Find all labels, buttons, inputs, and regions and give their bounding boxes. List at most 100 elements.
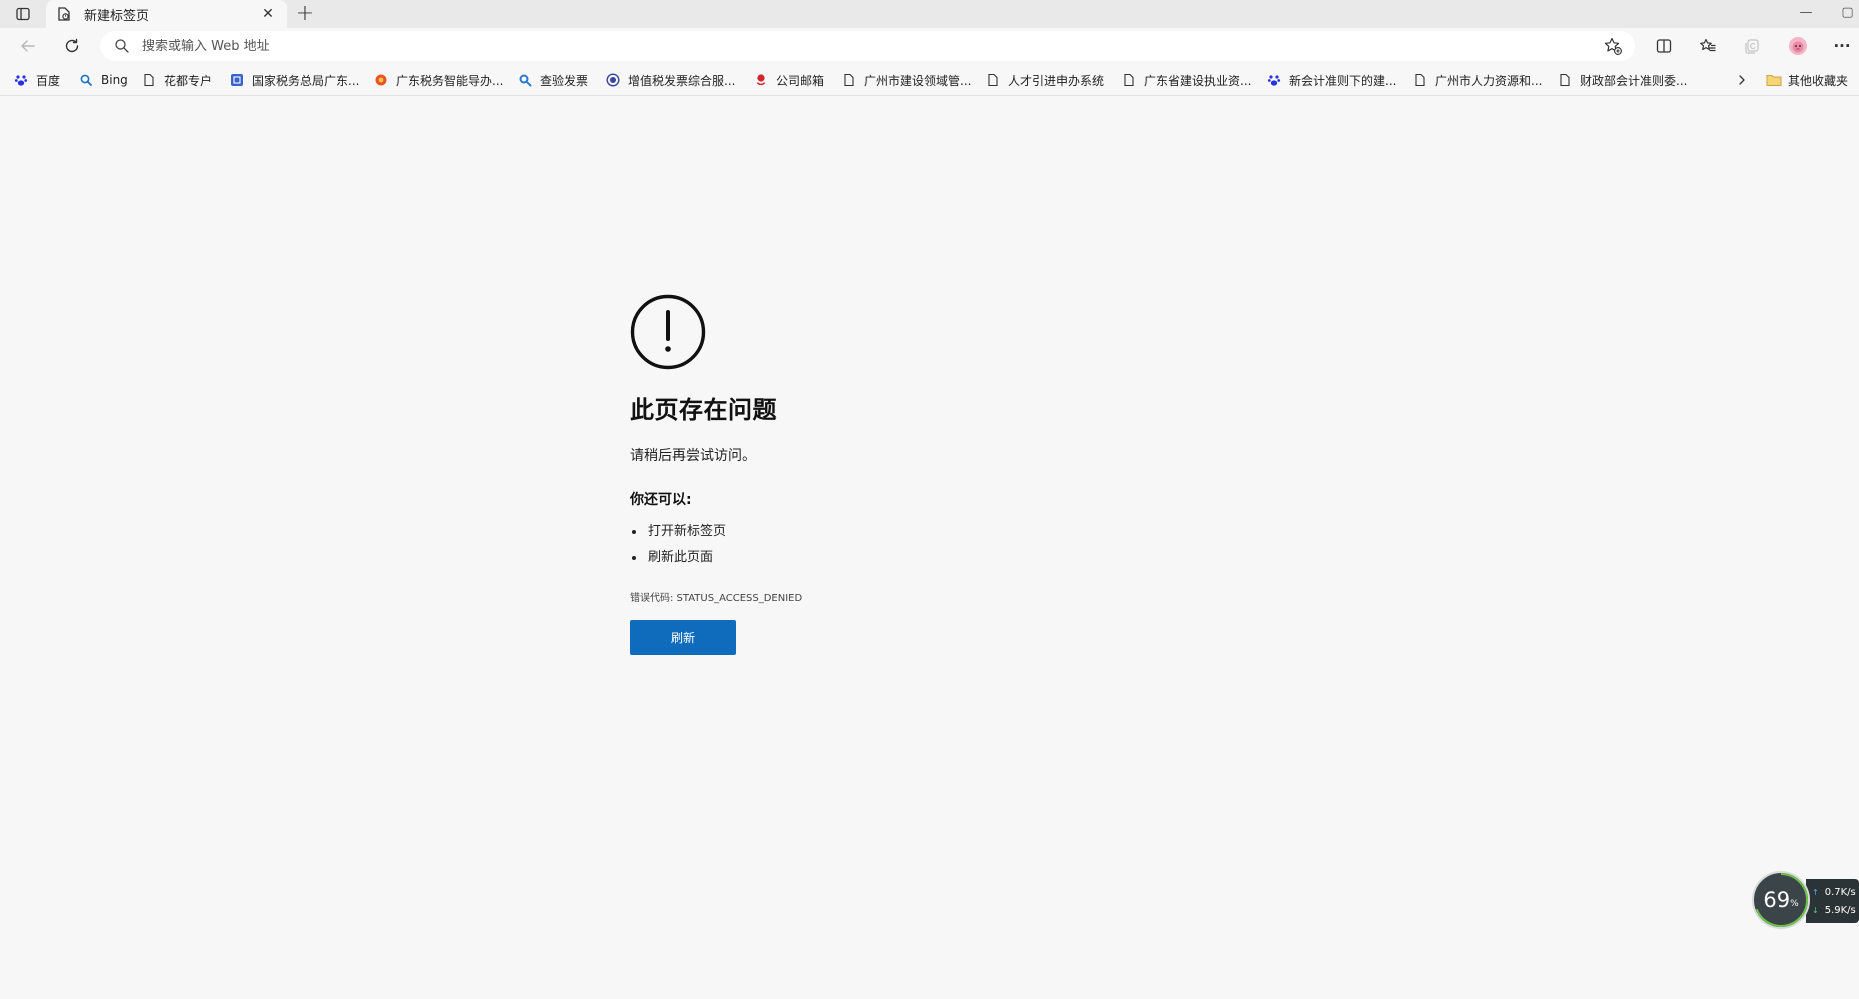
bullet-icon [632, 556, 636, 560]
list-item: 打开新标签页 [630, 519, 1130, 545]
tax-bureau-icon [230, 73, 244, 87]
bookmark-label: 新会计准则下的建... [1289, 73, 1397, 88]
tax-guide-icon [374, 73, 388, 87]
bookmark-label: 广东税务智能导办... [396, 73, 504, 88]
new-tab-page-icon [58, 7, 70, 21]
bookmark-item[interactable]: 广东税务智能导办... [374, 70, 503, 90]
page-icon [842, 73, 856, 87]
tab-strip: 新建标签页 ✕ + — ▢ [0, 0, 1859, 28]
address-bar[interactable] [100, 31, 1635, 61]
split-screen-icon [1656, 39, 1672, 53]
new-tab-button[interactable]: + [292, 0, 318, 26]
bookmark-item[interactable]: 财政部会计准则委... [1558, 70, 1687, 90]
bullet-icon [632, 530, 636, 534]
settings-more-button[interactable]: ··· [1828, 32, 1856, 60]
exclamation-circle-icon [630, 294, 706, 370]
bookmark-item[interactable]: 查验发票 [518, 70, 588, 90]
bookmark-item[interactable]: 花都专户 [142, 70, 212, 90]
error-page: 此页存在问题 请稍后再尝试访问。 你还可以: 打开新标签页 刷新此页面 错误代码… [630, 294, 1130, 655]
bookmark-item[interactable]: Bing [79, 70, 128, 90]
page-icon [142, 73, 156, 87]
bookmark-label: 广东省建设执业资... [1144, 73, 1252, 88]
bookmark-label: 人才引进申办系统 [1008, 73, 1105, 88]
tab-actions-button[interactable] [0, 0, 46, 28]
bookmark-item[interactable]: 国家税务总局广东... [230, 70, 359, 90]
download-speed-value: 5.9K/s [1824, 904, 1856, 916]
chevron-right-icon [1739, 75, 1745, 85]
reload-icon [65, 38, 79, 53]
page-icon [1558, 73, 1572, 87]
page-icon [986, 73, 1000, 87]
error-subtitle: 请稍后再尝试访问。 [630, 448, 756, 464]
download-speed: ↓ 5.9K/s [1812, 901, 1859, 919]
bookmark-item[interactable]: 人才引进申办系统 [986, 70, 1104, 90]
upload-arrow-icon: ↑ [1812, 887, 1819, 897]
baidu-paw-icon [1267, 73, 1281, 87]
bing-search-icon [79, 73, 93, 87]
add-favorite-icon[interactable] [1603, 36, 1623, 56]
page-icon [1122, 73, 1136, 87]
invoice-check-icon [518, 73, 532, 87]
upload-speed-value: 0.7K/s [1824, 886, 1856, 898]
other-favorites-folder[interactable]: 其他收藏夹 [1766, 70, 1848, 90]
mail-icon [754, 73, 768, 87]
upload-speed: ↑ 0.7K/s [1812, 883, 1859, 901]
bookmark-item[interactable]: 百度 [14, 70, 60, 90]
bookmark-label: 增值税发票综合服... [628, 73, 736, 88]
profile-button[interactable] [1784, 32, 1812, 60]
split-screen-button[interactable] [1650, 32, 1678, 60]
favorites-button[interactable] [1694, 32, 1722, 60]
baidu-paw-icon [14, 73, 28, 87]
tab-actions-icon [16, 7, 30, 21]
suggestions-heading: 你还可以: [630, 492, 692, 508]
speed-panel: ↑ 0.7K/s ↓ 5.9K/s [1806, 879, 1859, 923]
usage-percent: 69% [1752, 871, 1810, 929]
folder-icon [1766, 75, 1782, 86]
collections-button[interactable] [1738, 32, 1766, 60]
refresh-button[interactable]: 刷新 [630, 620, 736, 655]
bookmark-item[interactable]: 新会计准则下的建... [1267, 70, 1396, 90]
download-arrow-icon: ↓ [1812, 905, 1819, 915]
address-input[interactable] [142, 38, 1542, 54]
bookmarks-overflow-button[interactable] [1732, 70, 1752, 90]
toolbar: ··· [0, 28, 1859, 64]
bookmark-label: 百度 [36, 73, 61, 88]
back-button[interactable] [14, 32, 42, 60]
favorites-icon [1700, 38, 1716, 52]
other-favorites-label: 其他收藏夹 [1788, 73, 1849, 88]
suggestion-open-new-tab: 打开新标签页 [648, 524, 727, 539]
tab-new-tab[interactable]: 新建标签页 ✕ [46, 0, 287, 28]
usage-percent-unit: % [1790, 899, 1799, 909]
collections-icon [1745, 39, 1759, 54]
bookmark-label: 花都专户 [164, 73, 213, 88]
suggestions-list: 打开新标签页 刷新此页面 [630, 519, 1130, 571]
bookmark-label: 公司邮箱 [776, 73, 825, 88]
bookmark-item[interactable]: 广州市建设领域管... [842, 70, 971, 90]
bookmarks-bar: 百度 Bing 花都专户 国家税务总局广东... 广东税务智能导办... 查验发… [0, 64, 1859, 96]
tab-close-icon[interactable]: ✕ [259, 5, 277, 23]
bookmark-label: 查验发票 [540, 73, 589, 88]
avatar [1789, 37, 1807, 55]
bookmark-item[interactable]: 广东省建设执业资... [1122, 70, 1251, 90]
error-code: 错误代码: STATUS_ACCESS_DENIED [630, 593, 803, 604]
page-title: 此页存在问题 [630, 396, 777, 424]
back-arrow-icon [21, 40, 35, 52]
net-speed-widget[interactable]: ↑ 0.7K/s ↓ 5.9K/s 69% [1752, 871, 1859, 931]
reload-button[interactable] [58, 32, 86, 60]
bookmark-label: 财政部会计准则委... [1580, 73, 1688, 88]
bookmark-label: 广州市人力资源和... [1435, 73, 1543, 88]
tab-title: 新建标签页 [84, 8, 150, 24]
bookmark-item[interactable]: 增值税发票综合服... [606, 70, 735, 90]
bookmark-label: Bing [101, 73, 128, 87]
search-icon [115, 39, 129, 53]
bookmark-item[interactable]: 公司邮箱 [754, 70, 824, 90]
list-item: 刷新此页面 [630, 545, 1130, 571]
restore-button[interactable]: ▢ [1836, 0, 1859, 24]
minimize-button[interactable]: — [1788, 0, 1824, 24]
vat-service-icon [606, 73, 620, 87]
page-icon [1413, 73, 1427, 87]
usage-percent-value: 69 [1763, 888, 1791, 912]
bookmark-item[interactable]: 广州市人力资源和... [1413, 70, 1542, 90]
bookmark-label: 广州市建设领域管... [864, 73, 972, 88]
bookmark-label: 国家税务总局广东... [252, 73, 360, 88]
